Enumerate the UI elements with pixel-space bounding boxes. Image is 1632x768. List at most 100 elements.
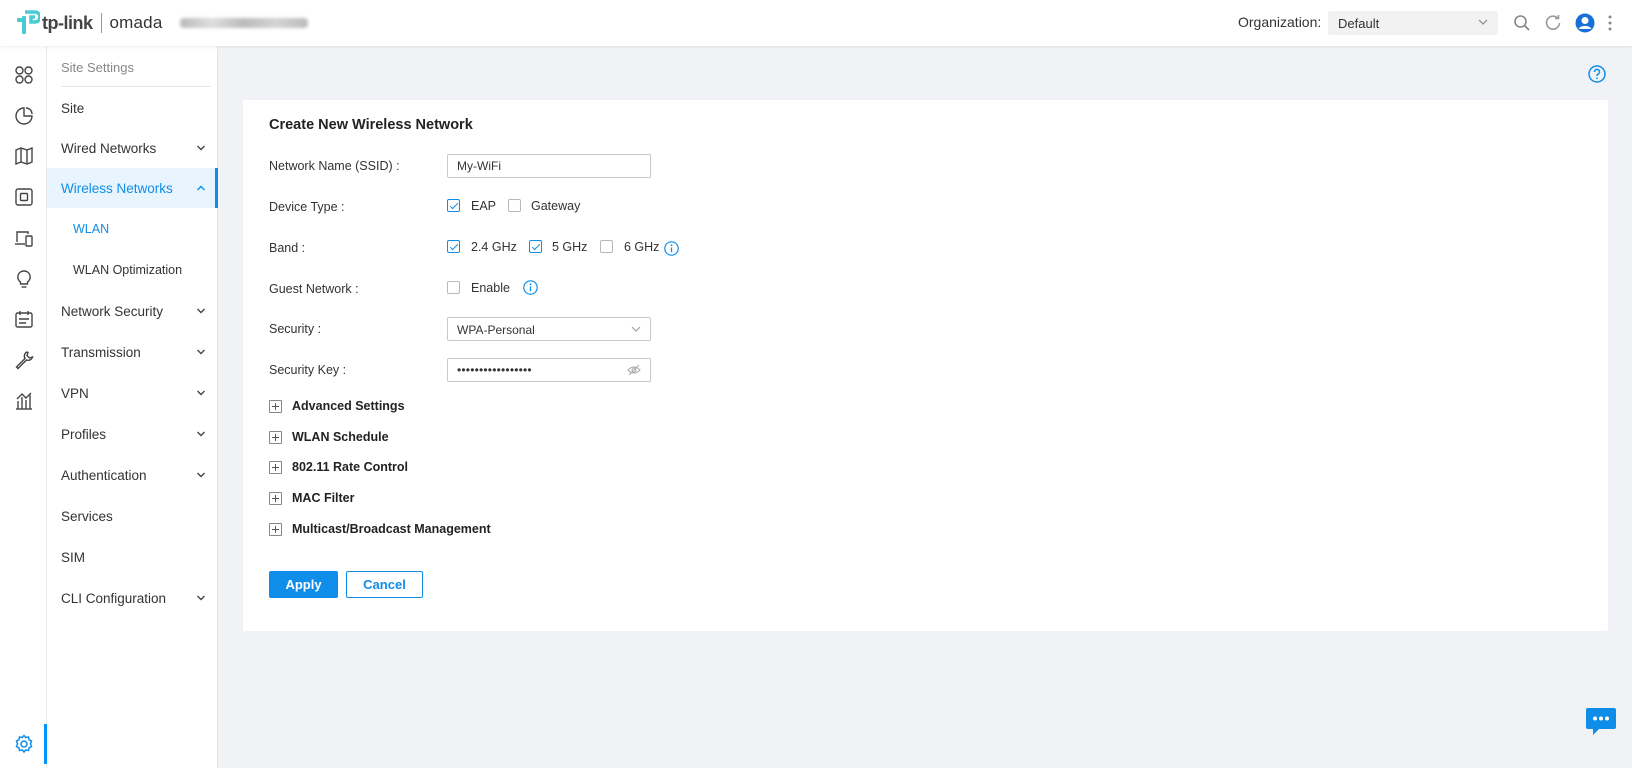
menu-item-label: Network Security bbox=[61, 303, 164, 319]
security-label: Security : bbox=[269, 322, 322, 336]
mac-filter-section[interactable]: MAC Filter bbox=[269, 490, 355, 506]
menu-item-network-security[interactable]: Network Security bbox=[47, 291, 218, 331]
guest-enable-label: Enable bbox=[471, 281, 510, 295]
submenu-divider bbox=[61, 86, 211, 87]
organization-select[interactable]: Default bbox=[1328, 11, 1498, 35]
chevron-down-icon bbox=[197, 308, 205, 314]
section-label: WLAN Schedule bbox=[292, 430, 389, 444]
menu-item-label: CLI Configuration bbox=[61, 590, 167, 606]
advanced-settings-section[interactable]: Advanced Settings bbox=[269, 398, 405, 414]
chevron-down-icon bbox=[1478, 19, 1488, 25]
menu-item-cli-configuration[interactable]: CLI Configuration bbox=[47, 578, 218, 618]
chat-support-icon[interactable] bbox=[1585, 707, 1617, 737]
guest-network-label: Guest Network : bbox=[269, 282, 359, 296]
menu-item-transmission[interactable]: Transmission bbox=[47, 332, 218, 372]
more-vertical-icon[interactable] bbox=[1604, 13, 1616, 33]
menu-item-wired-networks[interactable]: Wired Networks bbox=[47, 128, 218, 168]
icon-rail bbox=[0, 46, 47, 768]
menu-item-label: Site bbox=[61, 100, 85, 116]
logs-calendar-icon[interactable] bbox=[0, 299, 47, 339]
clients-icon[interactable] bbox=[0, 218, 47, 258]
security-key-value: ••••••••••••••••• bbox=[457, 363, 532, 377]
create-wlan-card: Create New Wireless Network Network Name… bbox=[243, 100, 1608, 631]
menu-item-services[interactable]: Services bbox=[47, 496, 218, 536]
ssid-label: Network Name (SSID) : bbox=[269, 159, 400, 173]
guest-enable-checkbox[interactable] bbox=[447, 281, 460, 294]
refresh-icon[interactable] bbox=[1543, 13, 1563, 33]
account-name-blurred bbox=[180, 18, 309, 28]
top-bar: tp-link omada Organization: Default bbox=[0, 0, 1632, 46]
menu-item-label: Profiles bbox=[61, 426, 107, 442]
menu-item-label: Authentication bbox=[61, 467, 147, 483]
brand-logo[interactable]: tp-link omada bbox=[16, 10, 309, 36]
expand-plus-icon bbox=[269, 399, 282, 413]
insights-bulb-icon[interactable] bbox=[0, 259, 47, 299]
rate-control-section[interactable]: 802.11 Rate Control bbox=[269, 459, 408, 475]
search-icon[interactable] bbox=[1512, 13, 1532, 33]
user-avatar-icon[interactable] bbox=[1575, 13, 1595, 33]
section-label: Multicast/Broadcast Management bbox=[292, 522, 491, 536]
menu-item-authentication[interactable]: Authentication bbox=[47, 455, 218, 495]
device-gateway-checkbox[interactable] bbox=[508, 199, 521, 212]
menu-item-label: Transmission bbox=[61, 344, 141, 360]
organization-label: Organization: bbox=[1238, 14, 1322, 30]
chevron-down-icon bbox=[197, 390, 205, 396]
section-label: 802.11 Rate Control bbox=[292, 460, 409, 474]
menu-item-sim[interactable]: SIM bbox=[47, 537, 218, 577]
info-icon[interactable] bbox=[664, 241, 679, 256]
menu-item-vpn[interactable]: VPN bbox=[47, 373, 218, 413]
security-select[interactable]: WPA-Personal bbox=[447, 317, 651, 341]
security-key-input[interactable]: ••••••••••••••••• bbox=[447, 358, 651, 382]
chevron-down-icon bbox=[197, 431, 205, 437]
band-24ghz-checkbox[interactable] bbox=[447, 240, 460, 253]
security-value: WPA-Personal bbox=[457, 323, 535, 337]
statistics-pie-icon[interactable] bbox=[0, 96, 47, 136]
help-question-icon[interactable] bbox=[1588, 65, 1606, 83]
info-icon[interactable] bbox=[523, 280, 538, 295]
menu-item-label: WLAN bbox=[73, 222, 110, 236]
chevron-down-icon bbox=[631, 326, 641, 332]
menu-item-label: WLAN Optimization bbox=[73, 263, 183, 277]
chevron-up-icon bbox=[197, 185, 205, 191]
menu-item-label: VPN bbox=[61, 385, 89, 401]
expand-plus-icon bbox=[269, 460, 282, 474]
expand-plus-icon bbox=[269, 522, 282, 536]
map-icon[interactable] bbox=[0, 136, 47, 176]
brand-omada: omada bbox=[109, 13, 163, 32]
security-key-label: Security Key : bbox=[269, 363, 347, 377]
submenu-title: Site Settings bbox=[61, 60, 134, 75]
wlan-schedule-section[interactable]: WLAN Schedule bbox=[269, 429, 389, 445]
menu-item-wlan-optimization[interactable]: WLAN Optimization bbox=[47, 250, 218, 290]
menu-item-label: Wired Networks bbox=[61, 140, 157, 156]
band-24ghz-label: 2.4 GHz bbox=[471, 240, 517, 254]
menu-item-profiles[interactable]: Profiles bbox=[47, 414, 218, 454]
cancel-button[interactable]: Cancel bbox=[346, 571, 423, 598]
expand-plus-icon bbox=[269, 430, 282, 444]
chevron-down-icon bbox=[197, 595, 205, 601]
page-title: Create New Wireless Network bbox=[269, 117, 473, 133]
band-6ghz-checkbox[interactable] bbox=[600, 240, 613, 253]
section-label: MAC Filter bbox=[292, 491, 355, 505]
device-type-label: Device Type : bbox=[269, 200, 345, 214]
menu-item-wlan[interactable]: WLAN bbox=[47, 209, 218, 249]
band-5ghz-checkbox[interactable] bbox=[529, 240, 542, 253]
settings-gear-icon[interactable] bbox=[0, 724, 47, 764]
chevron-down-icon bbox=[197, 349, 205, 355]
tp-link-logo-icon bbox=[17, 10, 40, 34]
dashboard-icon[interactable] bbox=[0, 55, 47, 95]
menu-item-wireless-networks[interactable]: Wireless Networks bbox=[47, 168, 218, 208]
eye-hidden-icon[interactable] bbox=[627, 364, 641, 376]
apply-button[interactable]: Apply bbox=[269, 571, 338, 598]
device-gateway-label: Gateway bbox=[531, 199, 581, 213]
band-5ghz-label: 5 GHz bbox=[552, 240, 588, 254]
multicast-broadcast-section[interactable]: Multicast/Broadcast Management bbox=[269, 521, 491, 537]
device-eap-checkbox[interactable] bbox=[447, 199, 460, 212]
ssid-input[interactable] bbox=[447, 154, 651, 178]
menu-item-site[interactable]: Site bbox=[47, 88, 218, 128]
menu-item-label: SIM bbox=[61, 549, 86, 565]
section-label: Advanced Settings bbox=[292, 399, 405, 413]
tools-wrench-icon[interactable] bbox=[0, 340, 47, 380]
band-label: Band : bbox=[269, 241, 306, 255]
reports-chart-icon[interactable] bbox=[0, 381, 47, 421]
devices-icon[interactable] bbox=[0, 177, 47, 217]
